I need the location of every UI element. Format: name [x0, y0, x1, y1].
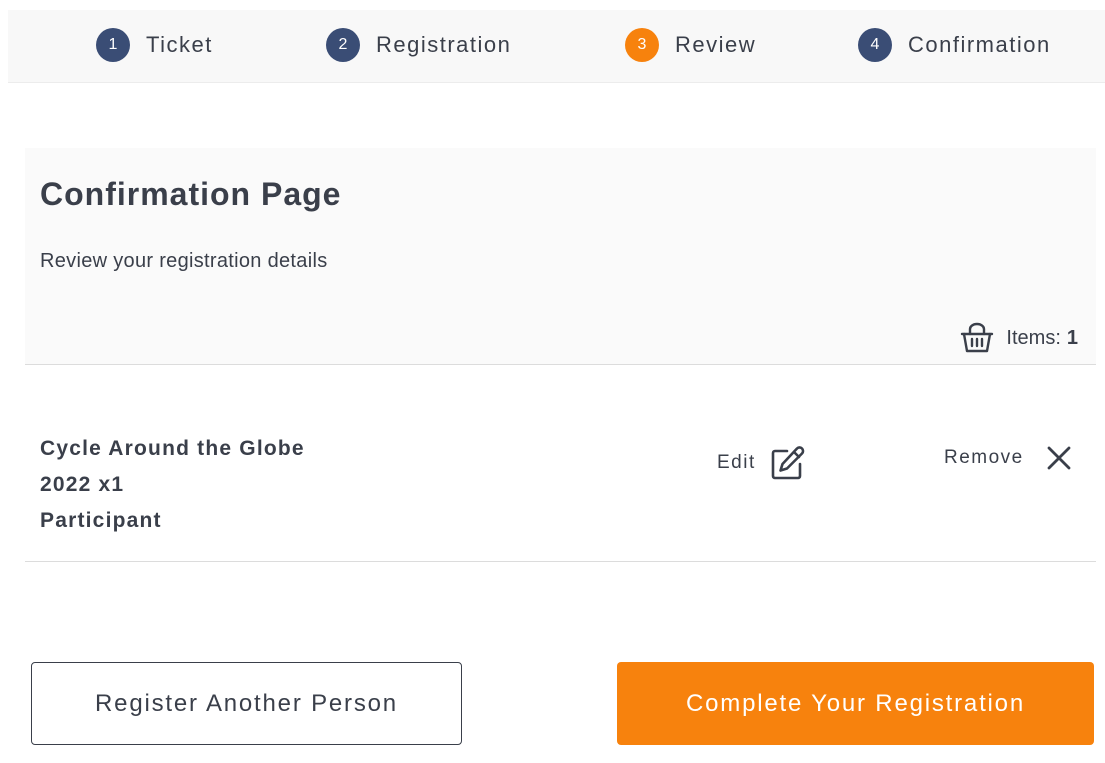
register-another-person-button[interactable]: Register Another Person — [31, 662, 462, 745]
cart-summary: Items: 1 — [960, 322, 1078, 354]
step-label: Confirmation — [908, 32, 1051, 57]
step-review[interactable]: 3 Review — [625, 27, 756, 63]
complete-registration-button[interactable]: Complete Your Registration — [617, 662, 1094, 745]
page-subtitle: Review your registration details — [40, 250, 328, 272]
progress-stepper: 1 Ticket 2 Registration 3 Review 4 Confi… — [8, 10, 1105, 83]
step-ticket[interactable]: 1 Ticket — [96, 27, 213, 63]
item-name: Cycle Around the Globe — [40, 437, 305, 460]
cart-item-row: Cycle Around the Globe 2022 x1 Participa… — [25, 365, 1096, 562]
close-icon — [1047, 446, 1071, 470]
pencil-square-icon — [771, 446, 805, 480]
step-number: 1 — [96, 28, 130, 62]
review-panel: Confirmation Page Review your registrati… — [25, 148, 1096, 365]
step-number: 3 — [625, 28, 659, 62]
step-number: 4 — [858, 28, 892, 62]
page-title: Confirmation Page — [40, 176, 342, 212]
remove-item-button[interactable]: Remove — [944, 445, 1072, 471]
item-type: Participant — [40, 509, 162, 532]
step-label: Review — [675, 32, 757, 57]
cart-count: 1 — [1066, 326, 1078, 349]
cart-label: Items: — [1006, 326, 1061, 349]
basket-icon — [961, 322, 994, 353]
edit-item-button[interactable]: Edit — [717, 445, 806, 481]
edit-label: Edit — [717, 452, 756, 473]
remove-label: Remove — [944, 447, 1024, 468]
step-label: Ticket — [146, 32, 213, 57]
item-edition: 2022 x1 — [40, 473, 125, 496]
item-details: Cycle Around the Globe 2022 x1 Participa… — [40, 431, 400, 539]
step-label: Registration — [376, 32, 512, 57]
step-number: 2 — [326, 28, 360, 62]
step-registration[interactable]: 2 Registration — [326, 27, 511, 63]
step-confirmation[interactable]: 4 Confirmation — [858, 27, 1051, 63]
